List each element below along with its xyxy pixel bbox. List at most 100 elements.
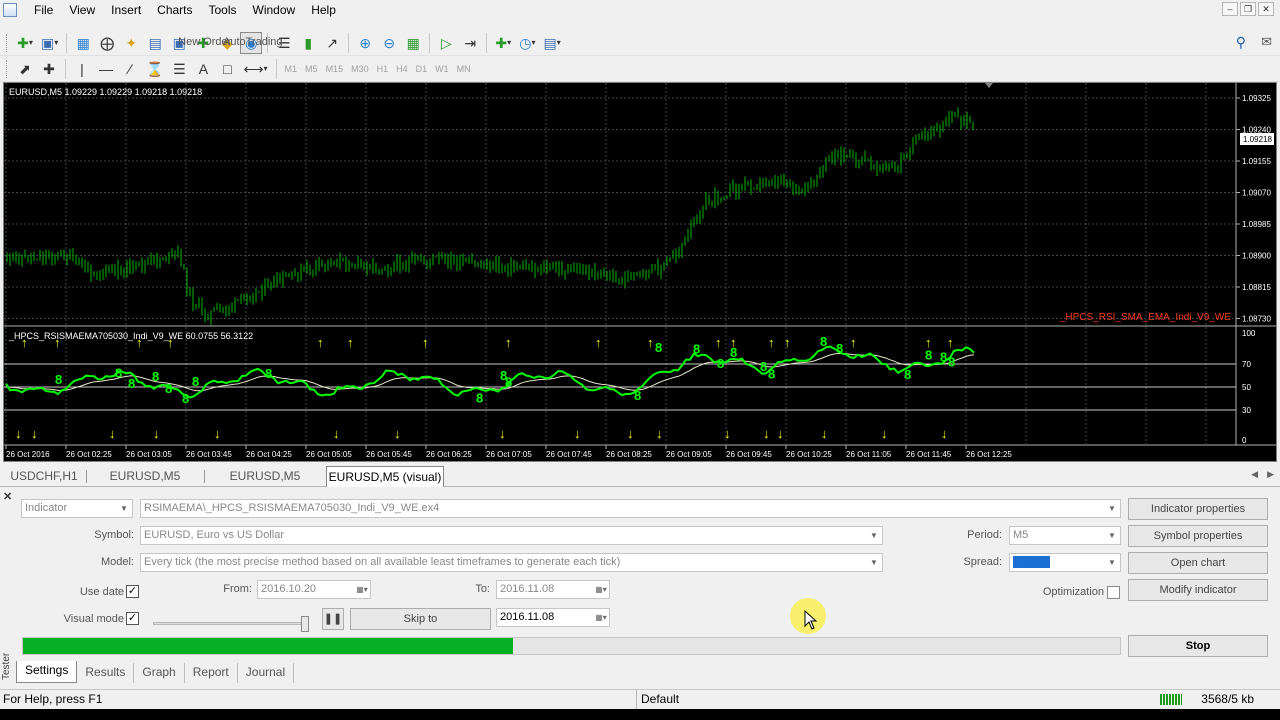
optimization-checkbox[interactable] (1107, 586, 1120, 599)
cross-marker: 8 (128, 376, 135, 391)
timeframe-h4[interactable]: H4 (392, 58, 412, 80)
modify-indicator-button[interactable]: Modify indicator (1128, 579, 1268, 601)
tab-report[interactable]: Report (185, 663, 238, 683)
terminal-button[interactable]: ▤ (144, 32, 166, 54)
cross-marker: 8 (820, 334, 827, 349)
cross-marker: 8 (904, 367, 911, 382)
tile-windows-button[interactable]: ▦ (402, 32, 424, 54)
sell-arrow-icon: ↓ (777, 426, 784, 441)
timeframe-m5[interactable]: M5 (301, 58, 322, 80)
test-type-select[interactable]: Indicator ▼ (21, 499, 133, 518)
new-order-button[interactable]: ✚ New Order (178, 32, 231, 54)
slider-thumb[interactable] (301, 616, 309, 632)
crosshair-button[interactable]: ✚ (38, 58, 60, 80)
skip-to-button[interactable]: Skip to (350, 608, 491, 630)
symbol-select[interactable]: EURUSD, Euro vs US Dollar ▼ (140, 526, 883, 545)
menu-view[interactable]: View (61, 0, 103, 20)
candlestick-button[interactable]: ▮ (297, 32, 319, 54)
indicator-properties-button[interactable]: Indicator properties (1128, 498, 1268, 520)
spread-select[interactable]: Current ▼ (1009, 553, 1121, 572)
zoom-out-button[interactable]: ⊖ (378, 32, 400, 54)
menu-file[interactable]: File (26, 0, 61, 20)
timeframe-d1[interactable]: D1 (412, 58, 432, 80)
timeframe-m15[interactable]: M15 (322, 58, 348, 80)
restore-button[interactable]: ❐ (1240, 2, 1256, 16)
symbol-properties-button[interactable]: Symbol properties (1128, 525, 1268, 547)
new-chart-icon: ✚ (17, 34, 29, 51)
visual-mode-checkbox[interactable]: ✓ (126, 612, 139, 625)
scroll-left-icon[interactable]: ◀ (1251, 469, 1258, 480)
scroll-right-icon[interactable]: ▶ (1267, 469, 1274, 480)
timeframe-mn[interactable]: MN (453, 58, 475, 80)
trendline-button[interactable]: ∕ (119, 58, 141, 80)
cursor-button[interactable]: ⬈ (14, 58, 36, 80)
timeframe-h1[interactable]: H1 (373, 58, 393, 80)
tab-graph[interactable]: Graph (134, 663, 185, 683)
open-chart-button[interactable]: Open chart (1128, 552, 1268, 574)
to-date-field[interactable]: 2016.11.08 ▦▾ (496, 580, 610, 599)
horizontal-line-button[interactable]: — (95, 58, 117, 80)
from-date-field[interactable]: 2016.10.20 ▦▾ (257, 580, 371, 599)
chart-window[interactable]: 1.09325 1.09240 1.09155 1.09070 1.08985 1.089… (3, 82, 1277, 462)
periods-button[interactable]: ◷ ▾ (516, 32, 538, 54)
chart-canvas[interactable]: 1.093251.092401.091551.090701.089851.089… (4, 83, 1276, 461)
status-profile[interactable]: Default (636, 690, 679, 709)
toolbar-grip[interactable] (6, 59, 9, 78)
use-date-checkbox[interactable]: ✓ (126, 585, 139, 598)
fibonacci-button[interactable]: ☰ (168, 58, 190, 80)
equidistant-channel-button[interactable]: ⌛ (143, 58, 166, 80)
chat-icon[interactable]: ✉ (1261, 34, 1272, 50)
timeframe-w1[interactable]: W1 (431, 58, 453, 80)
profiles-button[interactable]: ▣ ▾ (38, 32, 61, 54)
period-select[interactable]: M5 ▼ (1009, 526, 1121, 545)
timeframe-m1[interactable]: M1 (281, 58, 302, 80)
menu-charts[interactable]: Charts (149, 0, 200, 20)
new-chart-button[interactable]: ✚ ▾ (14, 32, 36, 54)
close-icon[interactable]: ✕ (3, 490, 12, 503)
model-label: Model: (100, 556, 134, 568)
buy-arrow-icon: ↑ (595, 335, 602, 350)
tab-settings[interactable]: Settings (16, 661, 78, 683)
tab-journal[interactable]: Journal (238, 663, 295, 683)
line-chart-button[interactable]: ↗ (321, 32, 343, 54)
chart-shift-button[interactable]: ⇥ (459, 32, 481, 54)
search-icon[interactable]: ⚲ (1236, 34, 1246, 51)
chart-tab-eurusd-visual-1[interactable]: EURUSD,M5 (visual) (90, 466, 200, 503)
menu-window[interactable]: Window (245, 0, 304, 20)
menu-insert[interactable]: Insert (103, 0, 149, 20)
vertical-line-button[interactable]: | (71, 58, 93, 80)
timeframe-m30[interactable]: M30 (347, 58, 373, 80)
minimize-button[interactable]: – (1222, 2, 1238, 16)
indicators-button[interactable]: ✚ ▾ (492, 32, 514, 54)
speed-slider[interactable] (153, 616, 309, 632)
buy-arrow-icon: ↑ (947, 335, 954, 350)
tab-results[interactable]: Results (77, 663, 135, 683)
menu-help[interactable]: Help (303, 0, 344, 20)
mouse-cursor-highlight (790, 598, 826, 634)
indicators-icon: ✚ (495, 34, 508, 51)
pause-button[interactable]: ❚❚ (322, 608, 344, 630)
arrows-button[interactable]: ⟷ ▾ (240, 58, 270, 80)
model-select[interactable]: Every tick (the most precise method base… (140, 553, 883, 572)
menu-bar: File View Insert Charts Tools Window Hel… (0, 0, 1280, 20)
data-window-button[interactable]: ⨁ (96, 32, 118, 54)
toolbar-grip[interactable] (6, 33, 9, 52)
text-label-button[interactable]: □ (216, 58, 238, 80)
market-watch-button[interactable]: ▦ (72, 32, 94, 54)
chart-tab-eurusd-visual-2[interactable]: EURUSD,M5 (visual) (210, 466, 320, 503)
auto-scroll-button[interactable]: ▷ (435, 32, 457, 54)
menu-tools[interactable]: Tools (201, 0, 245, 20)
navigator-button[interactable]: ✦ (120, 32, 142, 54)
chart-shift-marker (985, 83, 993, 88)
autotrading-button[interactable]: ◉ AutoTrading (223, 31, 283, 54)
skip-date-field[interactable]: 2016.11.08 ▦▾ (496, 608, 610, 627)
text-button[interactable]: A (192, 58, 214, 80)
chart-tab-usdchf-h1[interactable]: USDCHF,H1 (6, 466, 82, 487)
zoom-in-button[interactable]: ⊕ (354, 32, 376, 54)
expert-select[interactable]: RSIMAEMA\_HPCS_RSISMAEMA705030_Indi_V9_W… (140, 499, 1121, 518)
stop-button[interactable]: Stop (1128, 635, 1268, 657)
close-button[interactable]: ✕ (1258, 2, 1274, 16)
chart-tab-eurusd-visual-3[interactable]: EURUSD,M5 (visual) (326, 466, 444, 487)
templates-button[interactable]: ▤ ▾ (540, 32, 563, 54)
candlestick-icon: ▮ (304, 34, 313, 51)
